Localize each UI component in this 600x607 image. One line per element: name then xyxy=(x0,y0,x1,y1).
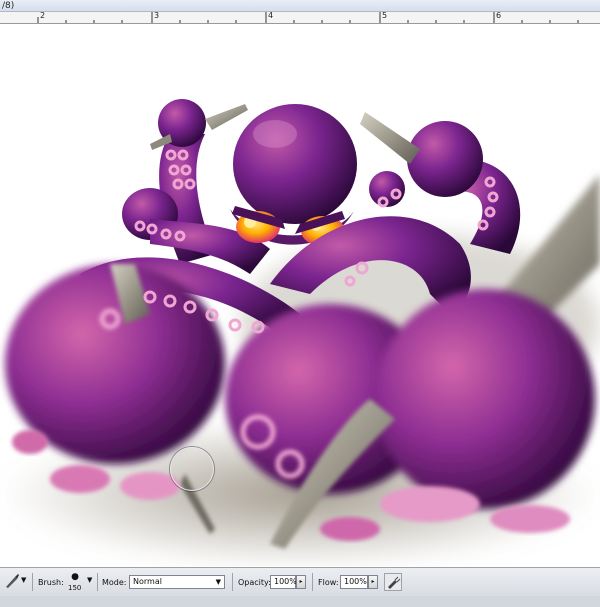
octopus-illustration xyxy=(0,99,600,566)
ruler-label: 3 xyxy=(154,12,160,20)
separator xyxy=(97,573,98,591)
ruler-label: 6 xyxy=(496,12,502,20)
ruler-label: 4 xyxy=(268,12,274,20)
flow-slider-button[interactable]: ▸ xyxy=(368,575,378,589)
status-strip xyxy=(0,596,600,607)
document-canvas[interactable] xyxy=(0,24,600,566)
opacity-slider-button[interactable]: ▸ xyxy=(296,575,306,589)
opacity-input[interactable]: 100% xyxy=(270,575,297,589)
brush-label: Brush: xyxy=(38,578,64,587)
opacity-label: Opacity: xyxy=(238,578,271,587)
airbrush-icon[interactable] xyxy=(384,573,402,591)
brush-cursor-circle xyxy=(170,447,214,491)
brush-preset-picker[interactable]: ● xyxy=(68,572,82,584)
mode-value: Normal xyxy=(133,577,162,586)
arrow-right-icon: ▸ xyxy=(299,578,303,585)
options-bar: ▼ Brush: ● 150 ▼ Mode: Normal ▼ Opacity:… xyxy=(0,567,600,596)
flow-label: Flow: xyxy=(318,578,339,587)
ruler-label: 5 xyxy=(382,12,388,20)
chevron-down-icon: ▼ xyxy=(215,578,221,586)
arrow-right-icon: ▸ xyxy=(371,578,375,585)
separator xyxy=(232,573,233,591)
ruler-ticks xyxy=(37,12,579,23)
separator xyxy=(32,573,33,591)
flow-input[interactable]: 100% xyxy=(340,575,368,589)
separator xyxy=(312,573,313,591)
opacity-value: 100% xyxy=(274,577,297,586)
window-titlebar: /8) xyxy=(0,0,600,12)
paintbrush-icon[interactable] xyxy=(4,573,20,591)
chevron-down-icon[interactable]: ▼ xyxy=(21,576,26,584)
mode-select[interactable]: Normal ▼ xyxy=(129,575,225,589)
mode-label: Mode: xyxy=(102,578,127,587)
chevron-down-icon[interactable]: ▼ xyxy=(87,576,92,584)
ruler-label: 2 xyxy=(40,12,46,20)
horizontal-ruler[interactable]: 2 3 4 5 6 xyxy=(0,12,600,24)
flow-value: 100% xyxy=(344,577,367,586)
brush-size-value: 150 xyxy=(68,584,82,592)
window-title: /8) xyxy=(2,1,15,11)
